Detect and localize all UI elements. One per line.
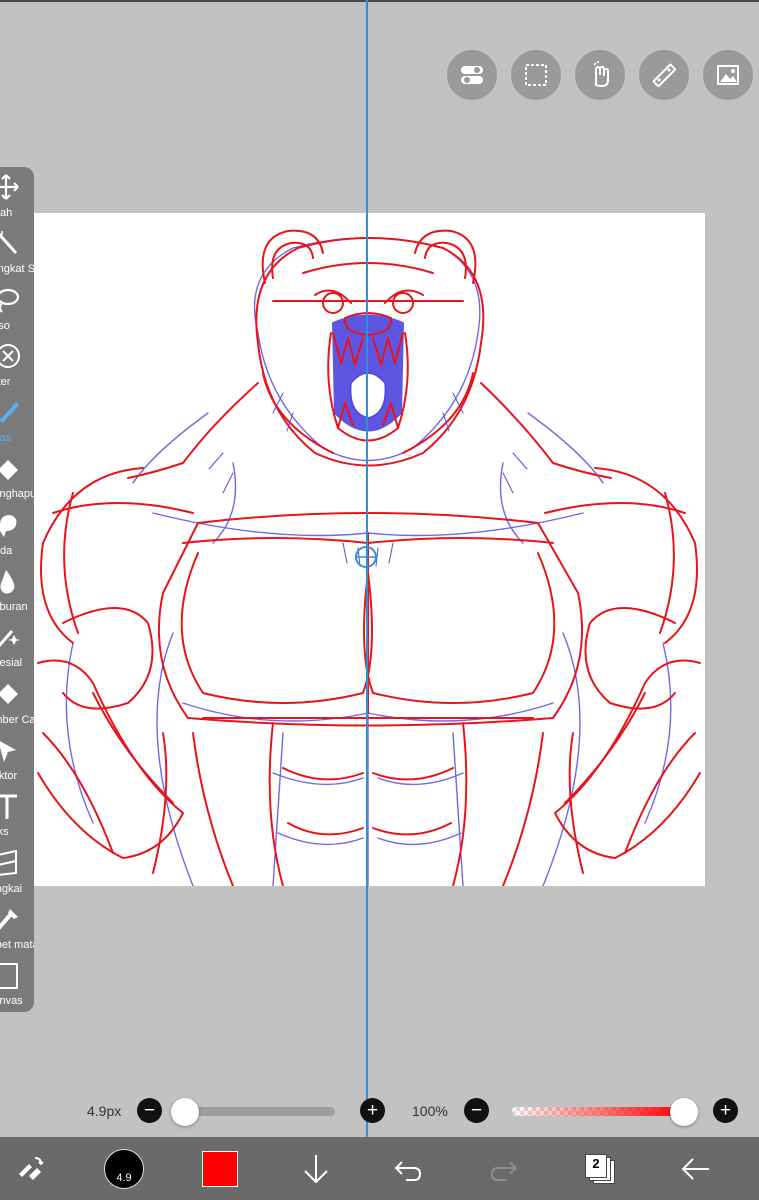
bottom-toolbar: 4.9 2 — [0, 1137, 759, 1200]
undo-icon — [394, 1160, 422, 1181]
tool-label: Filter — [0, 375, 11, 388]
canvas-icon — [0, 963, 18, 990]
vector-icon — [0, 741, 16, 762]
tool-label: Tongkat Sihir — [0, 263, 34, 276]
frame-icon — [0, 849, 17, 876]
tool-eraser[interactable]: Penghapus — [0, 448, 34, 504]
tool-frame[interactable]: Bingkai — [0, 843, 34, 899]
brush-size-slider[interactable] — [180, 1107, 335, 1116]
tool-special[interactable]: Spesial — [0, 617, 34, 673]
tool-label: Teks — [0, 826, 9, 839]
top-edge — [0, 0, 759, 2]
hand-icon[interactable] — [575, 50, 625, 100]
tool-label: Pipet mata — [0, 938, 34, 951]
tool-label: Kuas — [0, 432, 12, 445]
brush-size-slider-handle[interactable] — [170, 1098, 199, 1126]
redo-icon — [490, 1160, 518, 1181]
tool-label: Penghapus — [0, 488, 34, 501]
image-icon[interactable] — [703, 50, 753, 100]
tool-label: Bingkai — [0, 882, 23, 895]
opacity-slider[interactable] — [512, 1107, 684, 1116]
layers-icon: 2 — [585, 1153, 615, 1184]
eyedropper-icon — [0, 908, 18, 930]
brush-size-label: 4.9px — [87, 1103, 122, 1119]
redo-button[interactable] — [484, 1137, 524, 1200]
tool-label: Kanvas — [0, 995, 23, 1008]
opacity-decrease-button[interactable]: − — [464, 1098, 489, 1123]
toggle-icon[interactable] — [447, 50, 497, 100]
symmetry-guide-line[interactable] — [366, 0, 368, 1195]
minus-icon: − — [143, 1100, 156, 1121]
undo-button[interactable] — [388, 1137, 428, 1200]
brush-size-badge: 4.9 — [116, 1171, 132, 1184]
tool-paint-bucket[interactable]: Ember Cat — [0, 674, 34, 730]
current-color-swatch — [202, 1150, 238, 1187]
tool-transform[interactable]: Ubah — [0, 167, 34, 223]
layer-count: 2 — [592, 1155, 600, 1171]
arrow-left-icon — [681, 1157, 709, 1180]
layers-button[interactable]: 2 — [580, 1137, 620, 1200]
opacity-slider-handle[interactable] — [670, 1098, 698, 1126]
tool-label: Ubah — [0, 207, 13, 219]
brush-eraser-swap-icon — [19, 1156, 44, 1180]
tool-eyedropper[interactable]: Pipet mata — [0, 899, 34, 955]
tool-filter[interactable]: Filter — [0, 336, 34, 392]
opacity-increase-button[interactable]: + — [713, 1098, 738, 1123]
lasso-icon — [0, 288, 20, 313]
brush-icon — [0, 402, 19, 424]
drawing-canvas[interactable] — [33, 213, 705, 886]
brush-size-preview[interactable]: 4.9 — [102, 1137, 146, 1200]
ruler-icon[interactable] — [639, 50, 689, 100]
bucket-icon — [0, 683, 18, 704]
tool-vector[interactable]: Vektor — [0, 730, 34, 786]
eraser-icon — [0, 460, 18, 481]
color-picker-button[interactable] — [198, 1137, 242, 1200]
move-icon — [0, 174, 19, 200]
tool-brush[interactable]: Kuas — [0, 392, 34, 448]
magic-wand-icon — [0, 231, 18, 255]
blur-icon — [0, 570, 15, 594]
brush-size-increase-button[interactable]: + — [360, 1098, 385, 1123]
tool-magic-wand[interactable]: Tongkat Sihir — [0, 223, 34, 279]
plus-icon: + — [366, 1100, 379, 1121]
download-button[interactable] — [296, 1137, 336, 1200]
tool-label: Ember Cat — [0, 713, 34, 726]
arrow-down-icon — [304, 1154, 328, 1183]
tool-blur[interactable]: Kaburan — [0, 561, 34, 617]
bear-sketch — [37, 229, 701, 886]
special-icon — [0, 630, 20, 648]
tool-canvas[interactable]: Kanvas — [0, 955, 34, 1011]
opacity-label: 100% — [412, 1103, 448, 1119]
tool-smudge[interactable]: Noda — [0, 505, 34, 561]
text-icon — [0, 794, 17, 820]
brush-size-circle: 4.9 — [104, 1148, 144, 1189]
filter-icon — [0, 343, 20, 368]
tool-panel: Ubah Tongkat Sihir Laso Filter Kuas Peng… — [0, 167, 34, 1012]
smudge-icon — [0, 514, 17, 537]
top-toolbar — [447, 50, 753, 100]
plus-icon: + — [719, 1100, 732, 1121]
tool-label: Noda — [0, 544, 13, 557]
quick-brush-eraser-toggle[interactable] — [8, 1137, 52, 1200]
minus-icon: − — [470, 1100, 483, 1121]
tool-text[interactable]: Teks — [0, 786, 34, 842]
selection-icon[interactable] — [511, 50, 561, 100]
tool-label: Vektor — [0, 769, 18, 782]
tool-label: Spesial — [0, 657, 23, 670]
tool-label: Kaburan — [0, 601, 28, 614]
tool-lasso[interactable]: Laso — [0, 280, 34, 336]
back-button[interactable] — [676, 1137, 716, 1200]
brush-size-decrease-button[interactable]: − — [137, 1098, 162, 1123]
tool-label: Laso — [0, 319, 10, 332]
